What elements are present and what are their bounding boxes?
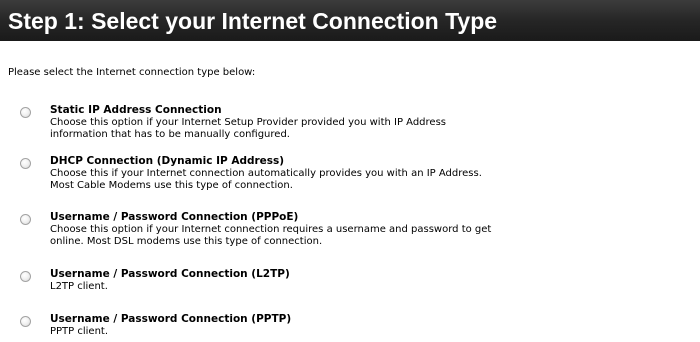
option-description: L2TP client. bbox=[50, 281, 108, 292]
radio-button-dhcp[interactable] bbox=[20, 158, 31, 169]
option-title: DHCP Connection (Dynamic IP Address) bbox=[50, 155, 285, 167]
option-description: PPTP client. bbox=[50, 326, 109, 337]
option-description: Choose this option if your Internet conn… bbox=[50, 224, 492, 247]
page-title: Step 1: Select your Internet Connection … bbox=[8, 8, 498, 34]
radio-button-pptp[interactable] bbox=[20, 316, 31, 327]
option-description: Choose this if your Internet connection … bbox=[50, 168, 482, 191]
option-description: Choose this option if your Internet Setu… bbox=[50, 117, 446, 140]
radio-button-static-ip[interactable] bbox=[20, 107, 31, 118]
header-bar: Step 1: Select your Internet Connection … bbox=[0, 0, 700, 41]
radio-button-pppoe[interactable] bbox=[20, 214, 31, 225]
option-title: Static IP Address Connection bbox=[50, 104, 222, 116]
option-title: Username / Password Connection (PPTP) bbox=[50, 313, 292, 325]
radio-button-l2tp[interactable] bbox=[20, 271, 31, 282]
option-title: Username / Password Connection (L2TP) bbox=[50, 268, 290, 280]
option-title: Username / Password Connection (PPPoE) bbox=[50, 211, 299, 223]
intro-text: Please select the Internet connection ty… bbox=[8, 67, 256, 78]
